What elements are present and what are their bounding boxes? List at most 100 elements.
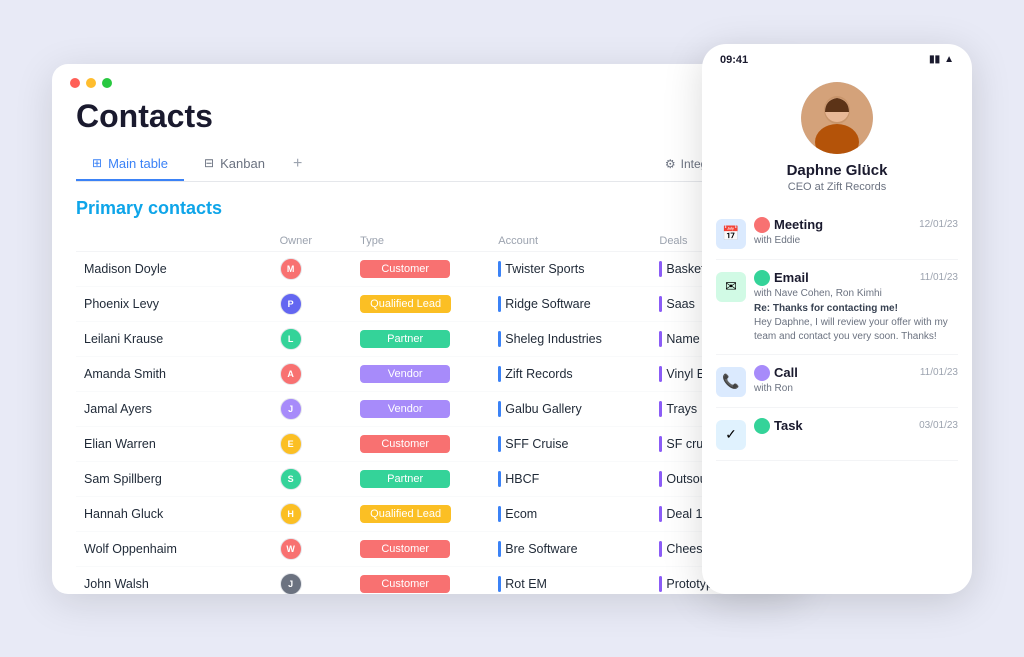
activity-item[interactable]: ✓ Task 03/01/23 xyxy=(716,408,958,461)
account-bar xyxy=(498,261,501,277)
activity-type-icon: 📞 xyxy=(722,373,739,390)
section-title: Primary contacts xyxy=(76,198,778,219)
tab-bar: ⊞ Main table ⊟ Kanban + ⚙ Integrate D R xyxy=(76,147,778,182)
status-icons: ▮▮ ▲ xyxy=(929,54,954,65)
contact-name: Wolf Oppenhaim xyxy=(76,531,272,566)
activity-user-avatar xyxy=(754,418,770,434)
activity-item[interactable]: 📅 Meeting 12/01/23 with Eddie xyxy=(716,207,958,260)
contact-owner: E xyxy=(272,426,353,461)
contact-name: John Walsh xyxy=(76,566,272,594)
contact-account: Sheleg Industries xyxy=(490,321,651,356)
type-badge: Customer xyxy=(360,260,450,278)
contact-owner: H xyxy=(272,496,353,531)
contact-type: Partner xyxy=(352,461,490,496)
contact-owner: L xyxy=(272,321,353,356)
table-row[interactable]: Hannah Gluck H Qualified Lead Ecom Deal … xyxy=(76,496,778,531)
table-row[interactable]: Wolf Oppenhaim W Customer Bre Software C… xyxy=(76,531,778,566)
dot-yellow[interactable] xyxy=(86,78,96,88)
owner-avatar: J xyxy=(280,573,302,594)
dot-red[interactable] xyxy=(70,78,80,88)
account-name: HBCF xyxy=(505,472,539,486)
type-badge: Qualified Lead xyxy=(360,295,451,313)
owner-avatar: M xyxy=(280,258,302,280)
tab-main-table[interactable]: ⊞ Main table xyxy=(76,148,184,181)
contact-account: HBCF xyxy=(490,461,651,496)
table-row[interactable]: Sam Spillberg S Partner HBCF Outsourci xyxy=(76,461,778,496)
crm-header: Contacts ⊞ Main table ⊟ Kanban + ⚙ Integ… xyxy=(52,98,802,182)
account-bar xyxy=(498,471,501,487)
contact-name: Sam Spillberg xyxy=(76,461,272,496)
profile-subtitle: CEO at Zift Records xyxy=(788,181,886,193)
type-badge: Qualified Lead xyxy=(360,505,451,523)
account-bar xyxy=(498,541,501,557)
account-name: SFF Cruise xyxy=(505,437,568,451)
account-bar xyxy=(498,296,501,312)
kanban-icon: ⊟ xyxy=(204,156,214,170)
activity-body: Meeting 12/01/23 with Eddie xyxy=(754,217,958,246)
dot-green[interactable] xyxy=(102,78,112,88)
activity-icon: ✉ xyxy=(716,272,746,302)
contact-owner: M xyxy=(272,251,353,286)
contact-owner: J xyxy=(272,391,353,426)
activity-body: Email 11/01/23 with Nave Cohen, Ron Kimh… xyxy=(754,270,958,344)
activity-list: 📅 Meeting 12/01/23 with Eddie ✉ Email 11… xyxy=(702,207,972,594)
account-name: Rot EM xyxy=(505,577,547,591)
contact-name: Jamal Ayers xyxy=(76,391,272,426)
contact-owner: J xyxy=(272,566,353,594)
activity-sub: with Nave Cohen, Ron Kimhi xyxy=(754,288,958,299)
table-row[interactable]: John Walsh J Customer Rot EM Prototype xyxy=(76,566,778,594)
deals-name: Trays xyxy=(666,402,697,416)
contact-account: Zift Records xyxy=(490,356,651,391)
contact-type: Qualified Lead xyxy=(352,286,490,321)
activity-date: 03/01/23 xyxy=(919,420,958,431)
account-name: Galbu Gallery xyxy=(505,402,581,416)
activity-item[interactable]: 📞 Call 11/01/23 with Ron xyxy=(716,355,958,408)
table-row[interactable]: Jamal Ayers J Vendor Galbu Gallery Trays xyxy=(76,391,778,426)
type-badge: Customer xyxy=(360,575,450,593)
contact-owner: W xyxy=(272,531,353,566)
activity-user-avatar xyxy=(754,270,770,286)
contact-owner: S xyxy=(272,461,353,496)
account-name: Bre Software xyxy=(505,542,577,556)
activity-type-label: Task xyxy=(774,418,915,433)
activity-item[interactable]: ✉ Email 11/01/23 with Nave Cohen, Ron Ki… xyxy=(716,260,958,355)
col-header-owner: Owner xyxy=(272,231,353,252)
owner-avatar: S xyxy=(280,468,302,490)
tab-kanban[interactable]: ⊟ Kanban xyxy=(188,148,281,181)
owner-avatar: A xyxy=(280,363,302,385)
owner-avatar: J xyxy=(280,398,302,420)
activity-sub: with Eddie xyxy=(754,235,958,246)
col-header-account: Account xyxy=(490,231,651,252)
contact-type: Qualified Lead xyxy=(352,496,490,531)
account-bar xyxy=(498,436,501,452)
table-row[interactable]: Amanda Smith A Vendor Zift Records Vinyl… xyxy=(76,356,778,391)
activity-sub: with Ron xyxy=(754,383,958,394)
deals-bar xyxy=(659,436,662,452)
contact-account: SFF Cruise xyxy=(490,426,651,461)
tab-kanban-label: Kanban xyxy=(220,156,265,171)
activity-body-text: Re: Thanks for contacting me!Hey Daphne,… xyxy=(754,302,958,344)
table-icon: ⊞ xyxy=(92,156,102,170)
table-row[interactable]: Elian Warren E Customer SFF Cruise SF cr… xyxy=(76,426,778,461)
contact-name: Phoenix Levy xyxy=(76,286,272,321)
activity-date: 11/01/23 xyxy=(920,367,958,378)
type-badge: Partner xyxy=(360,330,450,348)
activity-body: Call 11/01/23 with Ron xyxy=(754,365,958,394)
table-row[interactable]: Leilani Krause L Partner Sheleg Industri… xyxy=(76,321,778,356)
activity-top: Email 11/01/23 xyxy=(754,270,958,286)
account-bar xyxy=(498,401,501,417)
contact-type: Partner xyxy=(352,321,490,356)
tab-add-button[interactable]: + xyxy=(285,147,310,181)
deals-bar xyxy=(659,506,662,522)
account-name: Ridge Software xyxy=(505,297,590,311)
account-name: Sheleg Industries xyxy=(505,332,602,346)
type-badge: Vendor xyxy=(360,400,450,418)
deals-bar xyxy=(659,471,662,487)
col-header-name xyxy=(76,231,272,252)
table-row[interactable]: Madison Doyle M Customer Twister Sports … xyxy=(76,251,778,286)
owner-avatar: E xyxy=(280,433,302,455)
type-badge: Vendor xyxy=(360,365,450,383)
table-row[interactable]: Phoenix Levy P Qualified Lead Ridge Soft… xyxy=(76,286,778,321)
account-bar xyxy=(498,506,501,522)
account-bar xyxy=(498,366,501,382)
